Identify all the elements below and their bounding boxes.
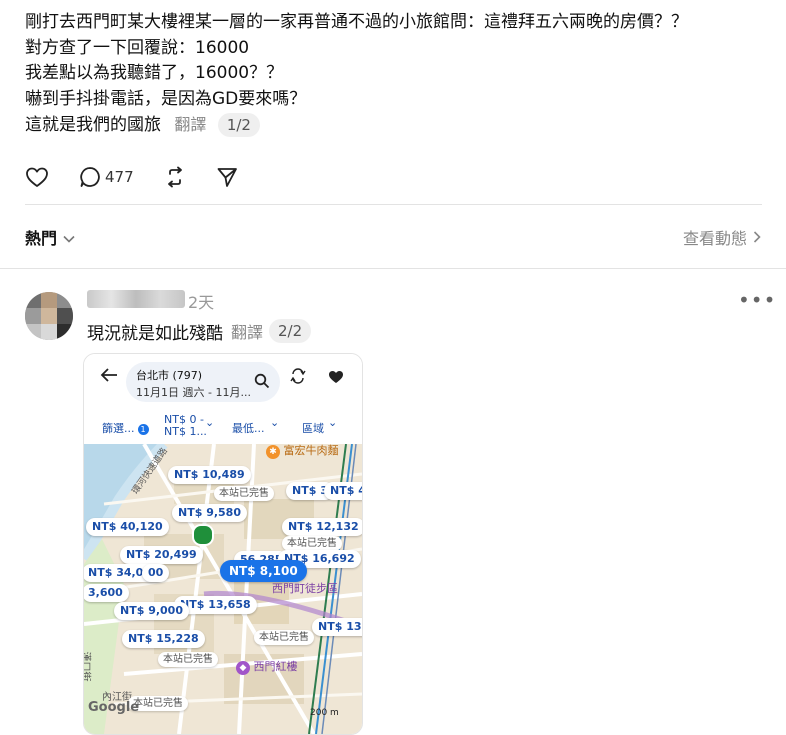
share-button[interactable] [216,166,238,188]
activity-label: 查看動態 [682,229,747,248]
post-line: 剛打去西門町某大樓裡某一層的一家再普通不過的小旅館問：這禮拜五六兩晚的房價？？ [25,12,688,32]
post-actions: 477 [25,163,268,191]
poi-restaurant: ✱ 富宏牛肉麵 [266,444,339,459]
translate-link[interactable]: 翻譯 [231,319,263,343]
search-dates: 11月1日 週六 - 11月... [136,386,251,399]
filter-badge: 1 [137,423,149,435]
price-marker: NT$ 20,499 [120,546,203,564]
repost-button[interactable] [164,166,186,188]
repost-icon [164,166,186,188]
sold-out-tag: 本站已完售 [158,652,218,667]
post-line: 嚇到手抖掛電話，是因為GD要來嗎？ [25,88,307,109]
chevron-down-icon: ⌄ [205,416,215,429]
sold-out-tag: 本站已完售 [254,630,314,645]
post-body: 剛打去西門町某大樓裡某一層的一家再普通不過的小旅館問：這禮拜五六兩晚的房價？？ … [25,10,775,139]
divider [0,268,786,269]
post-line-text: 這就是我們的國旅 [25,115,161,135]
price-marker: NT$ 13,57 [312,618,362,636]
sold-out-tag: 本站已完售 [282,536,342,551]
district-label: 西門町徒步區 [272,582,338,595]
google-logo: Google [88,700,140,715]
chevron-down-icon: ⌄ [270,416,280,429]
like-button[interactable] [25,166,49,188]
reply-body: 現況就是如此殘酷 翻譯 2/2 [87,318,312,344]
chevron-down-icon: ⌄ [328,416,338,429]
favorite-icon [328,369,344,388]
price-marker: NT$ 15,228 [122,630,205,648]
price-marker: NT$ 49 [324,482,362,500]
filter-label: 篩選... [102,422,135,435]
filter-bar: 篩選... 1 NT$ 0 - NT$ 1... ⌄ 最低... ⌄ 區域 ⌄ [84,412,362,444]
sold-out-tag: 本站已完售 [214,486,274,501]
reply-count: 477 [105,168,134,186]
avatar[interactable] [25,292,73,340]
poi-label: 西門紅樓 [253,660,298,673]
search-icon [254,373,270,393]
price-marker: NT$ 40,120 [86,518,169,536]
app-header: 台北市 (797) 11月1日 週六 - 11月... 篩選... 1 NT$ 0… [84,354,362,446]
map-scale: 200 m [310,708,339,718]
area-chip: 區域 [302,422,324,435]
price-chip: NT$ 0 - NT$ 1... [164,414,207,438]
username-blurred[interactable] [87,290,185,308]
back-arrow-icon [100,367,118,387]
poi-label: 富宏牛肉麵 [283,444,339,457]
more-icon[interactable]: ••• [738,290,776,310]
map-view: 環河快速道路 漢口街 ✱ 富宏牛肉麵 西門町徒步區 ◆ 西門紅樓 內江街 NT$… [84,444,362,734]
attached-image[interactable]: 台北市 (797) 11月1日 週六 - 11月... 篩選... 1 NT$ 0… [83,353,363,735]
price-marker: NT$ 10,489 [168,466,251,484]
comment-icon [79,166,101,188]
post-line: 我差點以為我聽錯了，16000？？ [25,63,284,83]
search-box: 台北市 (797) 11月1日 週六 - 11月... [126,362,280,402]
price-marker: NT$ 9,000 [114,602,189,620]
price-marker: NT$ 9,580 [172,504,247,522]
price-marker: 00 [142,564,170,582]
landmark-icon: ◆ [236,661,250,675]
camera-pin-icon [192,524,214,546]
view-activity-link[interactable]: 查看動態 [683,225,761,249]
reply-text: 現況就是如此殘酷 [87,323,223,344]
restaurant-icon: ✱ [266,445,280,459]
sort-chip: 最低... [232,422,265,435]
street-label: 漢口街 [84,651,91,682]
sort-label: 熱門 [25,229,58,248]
divider [25,204,762,205]
page-indicator: 2/2 [269,319,312,343]
chevron-right-icon [753,228,761,247]
post-line: 對方查了一下回覆說：16000 [25,37,250,58]
reply-time: 2天 [188,293,215,312]
price-marker: 3,600 [84,584,129,602]
price-line2: NT$ 1... [164,425,207,438]
heart-icon [25,166,49,188]
send-icon [216,166,238,188]
filter-chip: 篩選... 1 [102,420,149,436]
search-city: 台北市 (797) [136,369,203,382]
translate-link[interactable]: 翻譯 [174,115,206,134]
page-indicator: 1/2 [217,113,260,137]
reply-button[interactable]: 477 [79,166,134,188]
swap-icon [290,368,306,388]
price-marker-selected: NT$ 8,100 [220,560,307,582]
price-marker: NT$ 12,132 [282,518,362,536]
sort-dropdown[interactable]: 熱門 [25,225,75,249]
chevron-down-icon [63,228,75,247]
poi-red-house: ◆ 西門紅樓 [236,658,298,675]
post-line-last: 這就是我們的國旅 翻譯 1/2 [25,112,775,139]
